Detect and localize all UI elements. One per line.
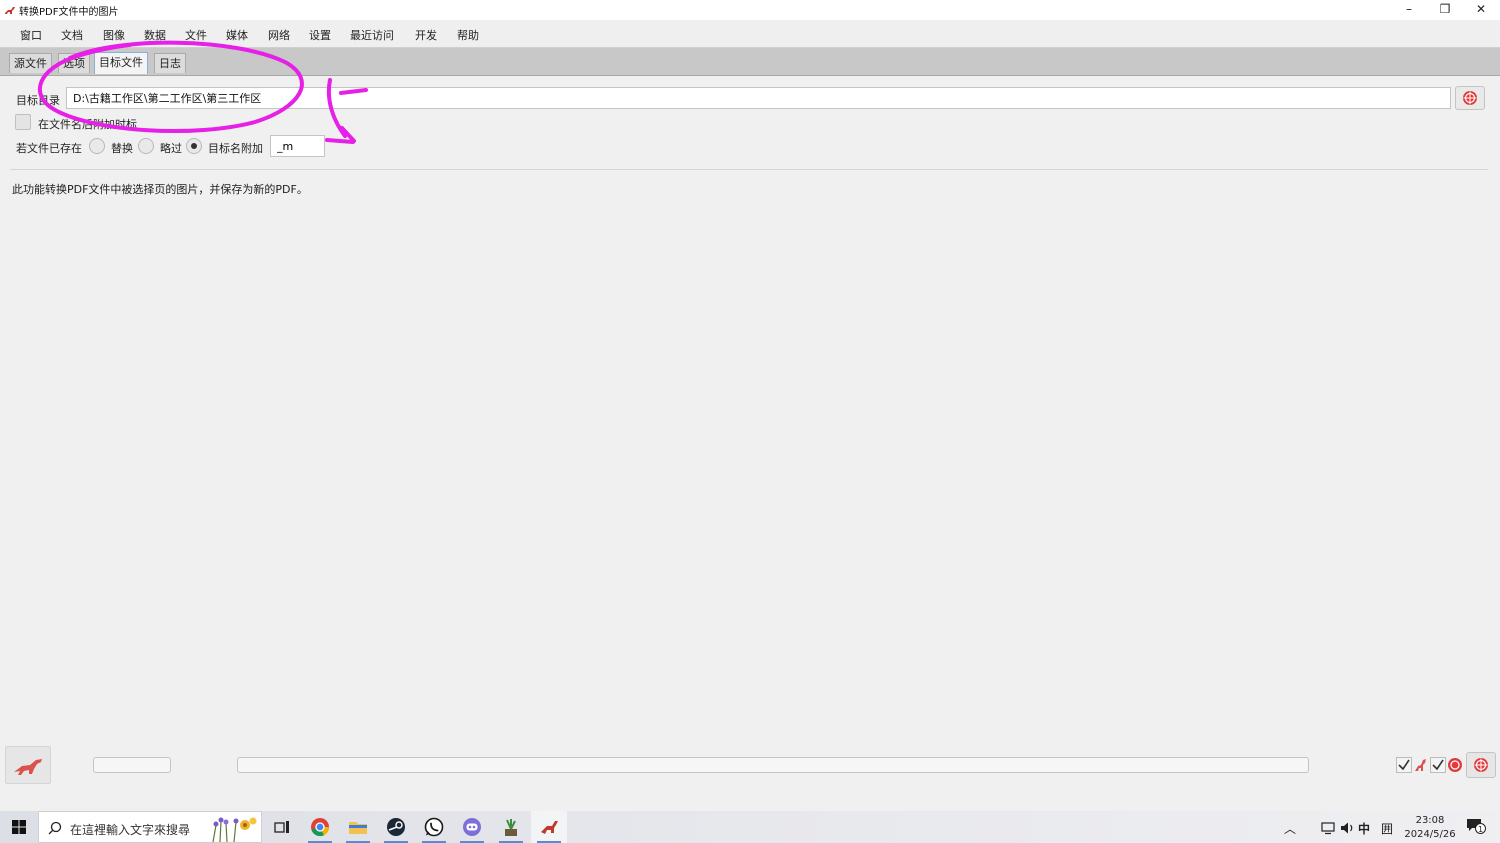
discord-icon (463, 818, 481, 836)
minimize-button[interactable]: – (1391, 0, 1427, 20)
stop-button[interactable] (1466, 752, 1496, 778)
replace-radio[interactable] (89, 138, 105, 154)
dinosaur-icon (14, 759, 42, 775)
mybox-icon (541, 821, 558, 834)
file-explorer-button[interactable] (340, 811, 376, 843)
notification-button[interactable]: 1 (1466, 818, 1486, 836)
small-progress-bar (93, 757, 171, 773)
plant-app-icon (505, 819, 517, 836)
chrome-button[interactable] (302, 811, 338, 843)
tab-target[interactable]: 目标文件 (94, 52, 148, 74)
volume-icon[interactable] (1340, 821, 1356, 835)
target-dir-label: 目标目录 (16, 94, 60, 107)
restore-button[interactable]: ❐ (1427, 0, 1463, 20)
annotation-overlay (37, 40, 368, 144)
clock-time: 23:08 (1415, 815, 1445, 826)
if-exists-label: 若文件已存在 (16, 142, 82, 155)
app-dinosaur-icon (5, 7, 15, 14)
start-button[interactable] (0, 811, 38, 843)
steam-icon (387, 818, 405, 836)
search-placeholder: 在這裡輸入文字來搜尋 (70, 823, 191, 837)
timestamp-checkbox[interactable] (15, 114, 31, 130)
discord-button[interactable] (454, 811, 490, 843)
ime-indicator[interactable]: 中 (1358, 820, 1370, 837)
stop-icon (1448, 758, 1462, 772)
network-icon[interactable] (1321, 821, 1335, 835)
show-hidden-icons-button[interactable]: ︿ (1284, 820, 1296, 837)
clock[interactable]: 23:08 2024/5/26 (1404, 814, 1456, 842)
taskbar: 在這裡輸入文字來搜尋 ︿ 中 囲 23:08 2024/5/26 1 (0, 811, 1500, 843)
run-button[interactable] (5, 746, 51, 784)
menu-image[interactable]: 图像 (103, 27, 125, 43)
clock-date: 2024/5/26 (1404, 829, 1456, 840)
whatsapp-button[interactable] (416, 811, 452, 843)
keyboard-layout-indicator[interactable]: 囲 (1381, 820, 1393, 837)
menu-bar: 窗口 文档 图像 数据 文件 媒体 网络 设置 最近访问 开发 帮助 (0, 20, 1500, 48)
browse-button[interactable] (1455, 86, 1485, 110)
task-view-icon (274, 821, 289, 833)
append-suffix-radio-label: 目标名附加 (208, 142, 263, 155)
menu-file[interactable]: 文件 (185, 27, 207, 43)
menu-recent[interactable]: 最近访问 (350, 27, 394, 43)
whatsapp-icon (424, 817, 444, 837)
skip-radio[interactable] (138, 138, 154, 154)
menu-network[interactable]: 网络 (268, 27, 290, 43)
check-icon (1396, 757, 1412, 773)
title-bar: 转换PDF文件中的图片 – ❐ ✕ (0, 0, 1500, 20)
plant-app-button[interactable] (493, 811, 529, 843)
menu-data[interactable]: 数据 (144, 27, 166, 43)
search-icon (48, 821, 62, 835)
separator (10, 169, 1488, 170)
lavender-flowers-icon (212, 817, 257, 843)
menu-media[interactable]: 媒体 (226, 27, 248, 43)
taskbar-search[interactable]: 在這裡輸入文字來搜尋 (38, 811, 262, 843)
main-progress-bar (237, 757, 1309, 773)
pinwheel-icon (1474, 758, 1488, 772)
target-dir-input[interactable] (66, 87, 1451, 109)
window-title: 转换PDF文件中的图片 (19, 7, 119, 18)
menu-window[interactable]: 窗口 (20, 27, 42, 43)
task-view-button[interactable] (264, 811, 300, 843)
skip-radio-label: 略过 (160, 142, 182, 155)
windows-icon (12, 820, 26, 834)
append-suffix-radio[interactable] (186, 138, 202, 154)
steam-button[interactable] (378, 811, 414, 843)
chrome-icon (311, 818, 330, 837)
menu-help[interactable]: 帮助 (457, 27, 479, 43)
menu-settings[interactable]: 设置 (309, 27, 331, 43)
notification-count: 1 (1475, 823, 1486, 834)
tab-options[interactable]: 选项 (58, 53, 90, 73)
tab-log[interactable]: 日志 (154, 53, 186, 73)
pinwheel-icon (1463, 91, 1477, 105)
check-icon (1430, 757, 1446, 773)
close-button[interactable]: ✕ (1463, 0, 1499, 20)
replace-radio-label: 替换 (111, 142, 133, 155)
function-description: 此功能转换PDF文件中被选择页的图片，并保存为新的PDF。 (12, 183, 308, 196)
menu-develop[interactable]: 开发 (415, 27, 437, 43)
suffix-input[interactable] (270, 135, 325, 157)
mybox-button[interactable] (531, 811, 567, 843)
dinosaur-icon (1415, 759, 1426, 771)
timestamp-checkbox-label: 在文件名后附加时标 (38, 118, 137, 131)
tab-source[interactable]: 源文件 (9, 53, 52, 73)
menu-document[interactable]: 文档 (61, 27, 83, 43)
file-explorer-icon (349, 822, 367, 834)
tab-strip: 源文件 选项 目标文件 日志 (0, 48, 1500, 76)
